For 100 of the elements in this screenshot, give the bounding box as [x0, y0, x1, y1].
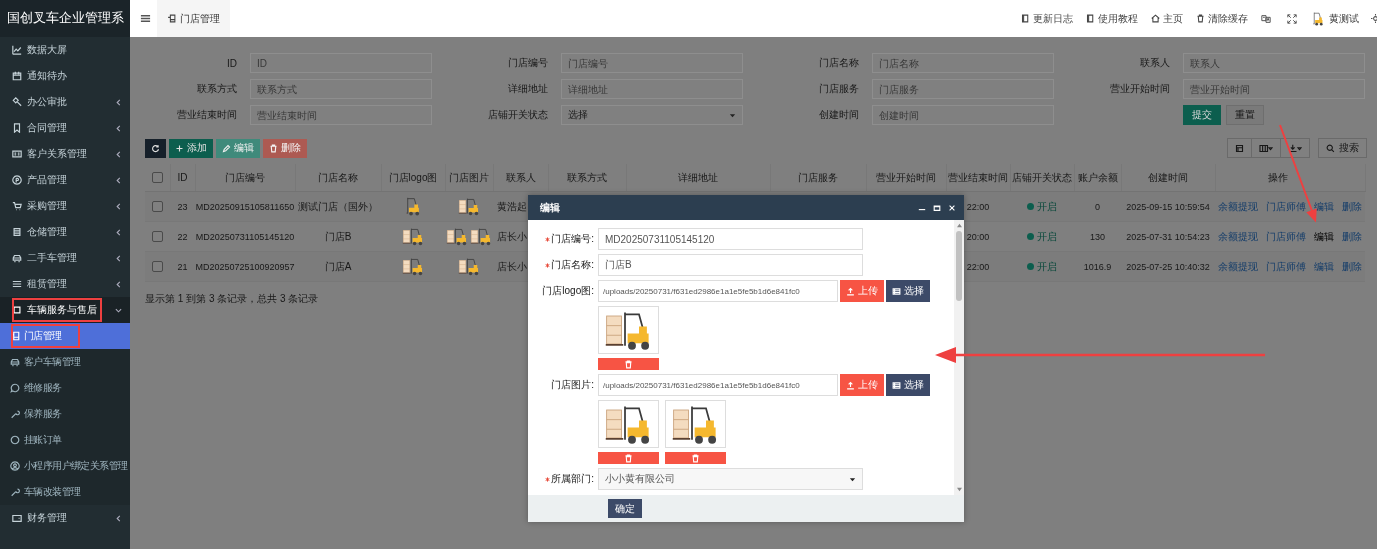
table-cell: 2025-09-15 10:59:54 [1121, 191, 1215, 222]
sidebar-item[interactable]: 挂账订单 [0, 427, 130, 453]
sidebar-item[interactable]: 小程序用户绑定关系管理 [0, 453, 130, 479]
select-field[interactable]: 小小黄有限公司 [598, 468, 863, 490]
translate-icon[interactable] [1261, 13, 1271, 24]
action-link[interactable]: 编辑 [1314, 229, 1334, 244]
sidebar-item[interactable]: 数据大屏 [0, 37, 130, 63]
input-field[interactable]: 门店编号 [561, 53, 743, 73]
bookmark-icon [12, 123, 22, 133]
table-cell: 23 [170, 191, 195, 222]
table-cell: 22 [170, 221, 195, 252]
scrollbar-thumb[interactable] [956, 231, 962, 301]
fullscreen-icon[interactable] [1287, 13, 1297, 24]
sidebar-item[interactable]: 办公审批 [0, 89, 130, 115]
input-field[interactable]: 门店名称 [872, 53, 1054, 73]
chat-icon [10, 383, 20, 393]
sidebar-item[interactable]: 门店管理 [0, 323, 130, 349]
wrench-icon [10, 409, 20, 419]
status-label: 开启 [1037, 229, 1057, 244]
field-label: 营业开始时间 [1109, 82, 1170, 96]
column-header: 门店编号 [195, 164, 295, 192]
forklift-with-boxes-drawing [402, 227, 424, 246]
database-icon [12, 227, 22, 237]
sidebar-item[interactable]: 通知待办 [0, 63, 130, 89]
delete-image-button[interactable] [598, 452, 659, 464]
checkbox[interactable] [152, 261, 163, 273]
sidebar-item[interactable]: 租赁管理 [0, 271, 130, 297]
search-button[interactable]: 搜索 [1318, 138, 1367, 158]
toggle-view-button[interactable] [1227, 138, 1252, 158]
choose-button[interactable]: 选择 [886, 374, 930, 396]
confirm-button[interactable]: 确定 [608, 499, 642, 518]
delete-image-button[interactable] [665, 452, 726, 464]
input-field[interactable]: MD20250731105145120 [598, 228, 863, 250]
column-header: 营业结束时间 [946, 164, 1010, 192]
caret-icon [729, 111, 736, 119]
sidebar-item[interactable]: 财务管理 [0, 505, 130, 531]
table-cell: 1016.9 [1074, 251, 1121, 282]
header-link[interactable]: 主页 [1151, 11, 1183, 26]
input-field[interactable]: ID [250, 53, 432, 73]
clone-icon [10, 331, 20, 341]
delete-image-button[interactable] [598, 358, 659, 370]
menu-icon[interactable] [140, 13, 151, 24]
trash-icon [691, 453, 700, 463]
input-field[interactable]: /uploads/20250731/f631ed2986e1a1e5fe5b1d6e841fc0 [598, 280, 838, 302]
column-header: 联系方式 [548, 164, 626, 192]
columns-caret-icon [1259, 143, 1273, 153]
field-label: 门店编号: [551, 232, 594, 246]
input-field[interactable]: 联系方式 [250, 79, 432, 99]
column-header: 账户余额 [1074, 164, 1121, 192]
field-label: 门店图片: [551, 378, 594, 392]
trash-icon [269, 143, 278, 153]
sidebar-item[interactable]: 车辆改装管理 [0, 479, 130, 505]
list-icon [892, 380, 901, 390]
checkbox[interactable] [152, 231, 163, 243]
sidebar-item[interactable]: 二手车管理 [0, 245, 130, 271]
header-link[interactable]: 清除缓存 [1196, 11, 1248, 26]
maximize-icon[interactable] [933, 203, 941, 212]
chart-icon [12, 45, 22, 55]
input-field[interactable]: 门店B [598, 254, 863, 276]
column-header: 联系人 [493, 164, 548, 192]
header-link[interactable]: 更新日志 [1021, 11, 1073, 26]
form-button[interactable]: 提交 [1183, 105, 1221, 125]
columns-button[interactable] [1251, 138, 1281, 158]
sidebar-item[interactable]: 采购管理 [0, 193, 130, 219]
add-button[interactable]: 添加 [169, 138, 213, 158]
sidebar-item[interactable]: 仓储管理 [0, 219, 130, 245]
header-link[interactable]: 使用教程 [1086, 11, 1138, 26]
pagination-info: 显示第 1 到第 3 条记录，总共 3 条记录 [145, 292, 319, 306]
input-field[interactable]: 门店服务 [872, 79, 1054, 99]
table-cell: 测试门店（国外） [295, 191, 381, 222]
app-title: 国创叉车企业管理系 [0, 0, 130, 37]
input-field[interactable]: 联系人 [1183, 53, 1365, 73]
table-cell: MD20250915105811650 [195, 191, 295, 222]
scrollbar[interactable] [954, 220, 964, 495]
input-field[interactable]: /uploads/20250731/f631ed2986e1a1e5fe5b1d6e841fc0 [598, 374, 838, 396]
page-tab[interactable]: 门店管理 [157, 0, 230, 37]
column-header: 门店服务 [770, 164, 866, 192]
sidebar-item[interactable]: 客户车辆管理 [0, 349, 130, 375]
sidebar-item[interactable]: 客户关系管理 [0, 141, 130, 167]
select-field[interactable]: 选择 [561, 105, 743, 125]
field-label: 店铺开关状态 [487, 108, 548, 122]
list-icon [892, 286, 901, 296]
checkbox[interactable] [151, 172, 163, 184]
table-cell: 0 [1074, 191, 1121, 222]
close-icon[interactable] [948, 203, 956, 212]
form-button[interactable]: 重置 [1226, 105, 1264, 125]
choose-button[interactable]: 选择 [886, 280, 930, 302]
forklift-with-boxes-drawing [446, 227, 468, 246]
user-name[interactable]: 黄测试 [1329, 11, 1359, 26]
sidebar-item[interactable]: 产品管理 [0, 167, 130, 193]
wrench-icon [10, 487, 20, 497]
export-button[interactable] [1280, 138, 1310, 158]
refresh-button[interactable] [145, 138, 166, 158]
id-card-icon [12, 149, 22, 159]
sidebar-item[interactable]: 车辆服务与售后 [0, 297, 130, 323]
sidebar-item[interactable]: 合同管理 [0, 115, 130, 141]
checkbox[interactable] [152, 201, 163, 213]
scroll-down-icon[interactable] [955, 487, 963, 492]
sidebar-item[interactable]: 保养服务 [0, 401, 130, 427]
sidebar-item[interactable]: 维修服务 [0, 375, 130, 401]
